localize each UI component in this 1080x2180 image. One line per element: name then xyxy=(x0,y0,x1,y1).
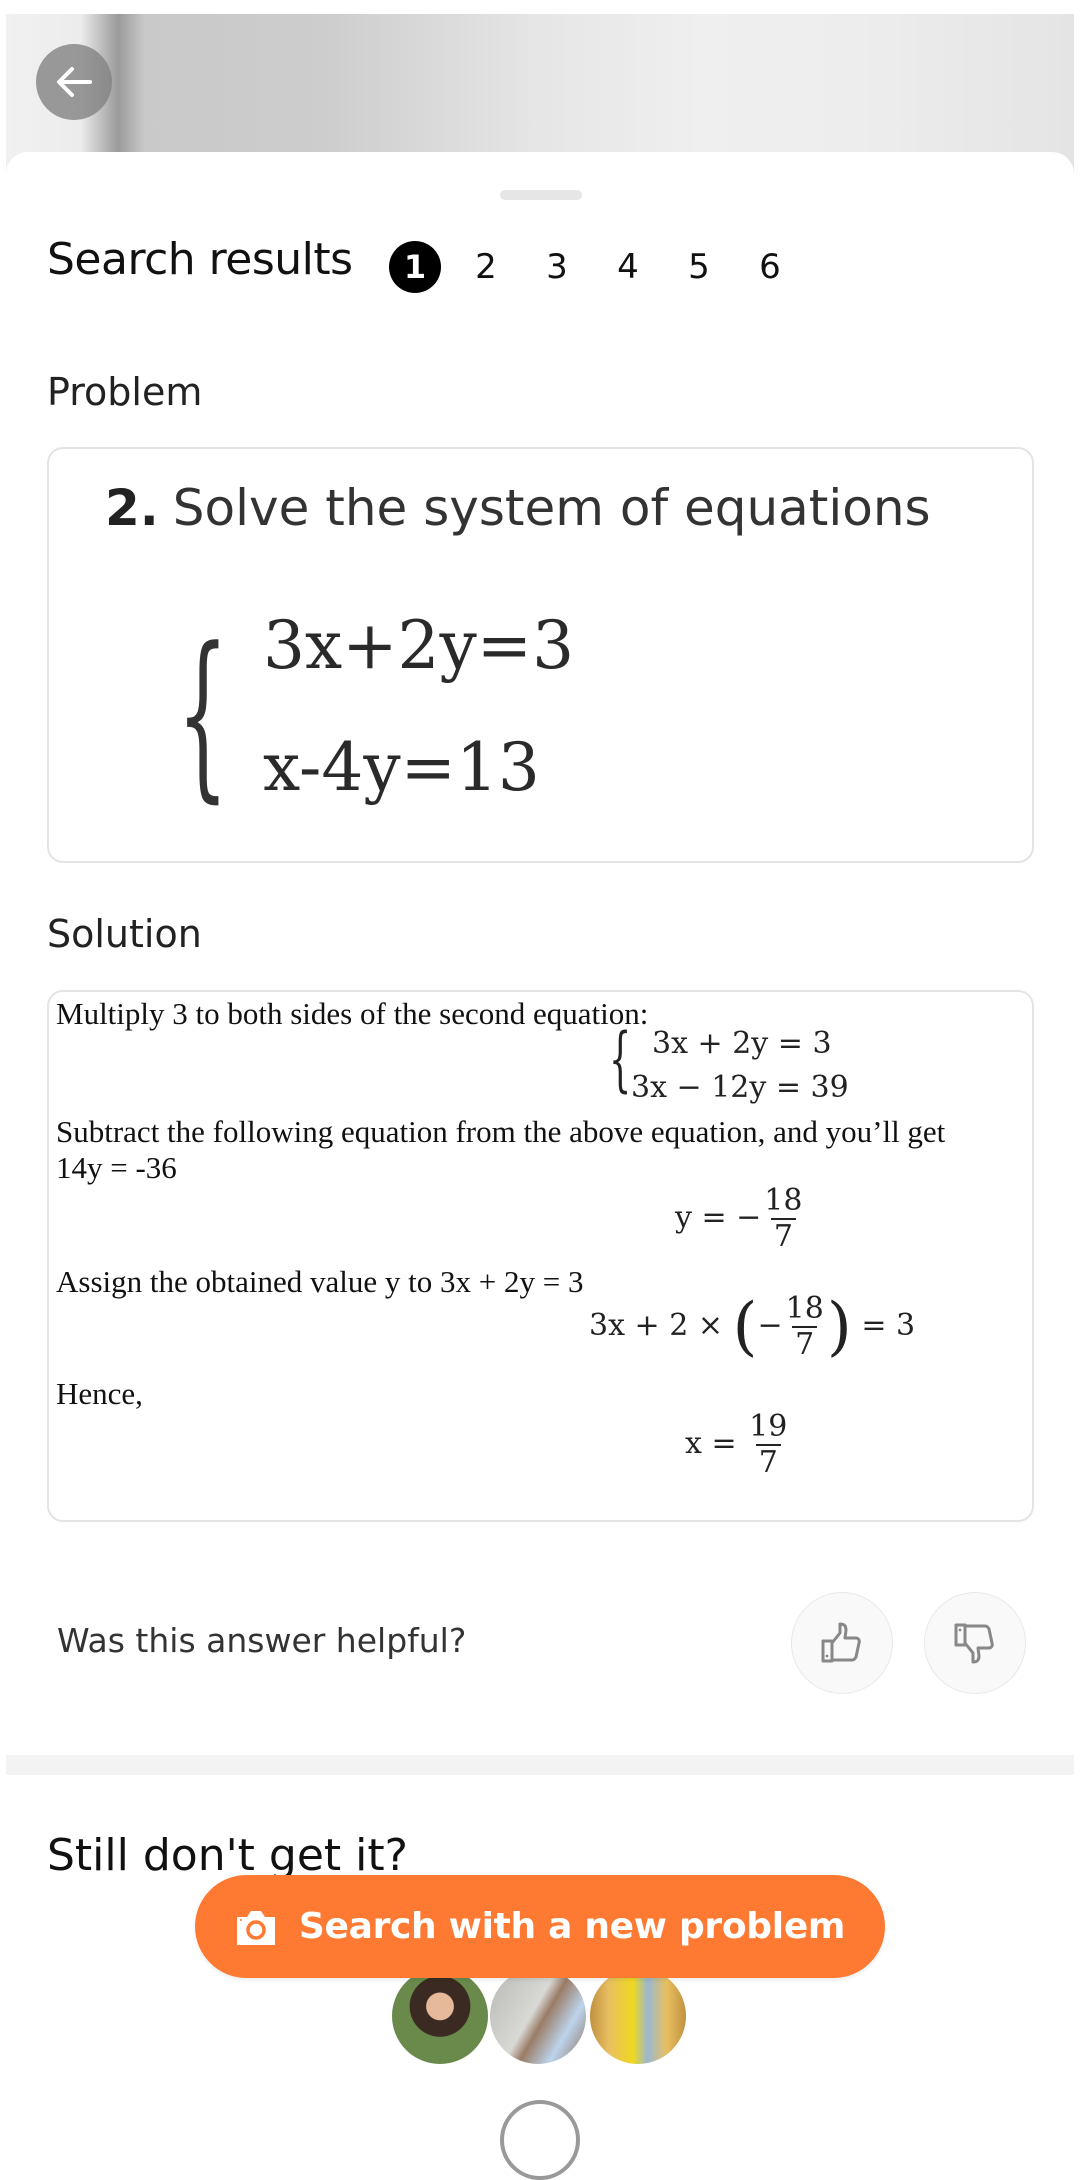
solution-step-2: Subtract the following equation from the… xyxy=(56,1114,946,1149)
solution-step-1: Multiply 3 to both sides of the second e… xyxy=(56,996,649,1031)
left-paren: ( xyxy=(732,1290,758,1364)
y-denominator: 7 xyxy=(770,1218,796,1254)
sheet-drag-handle[interactable] xyxy=(500,190,582,200)
substitution-rhs: = 3 xyxy=(851,1308,916,1343)
x-numerator: 19 xyxy=(749,1409,788,1444)
substitution-denominator: 7 xyxy=(792,1326,818,1362)
solution-x-value: x = 19 7 xyxy=(685,1410,790,1480)
substitution-numerator: 18 xyxy=(785,1291,824,1326)
x-lhs: x = xyxy=(685,1426,747,1461)
search-new-problem-label: Search with a new problem xyxy=(298,1906,846,1947)
arrow-left-icon xyxy=(57,67,92,97)
solution-step-2-result: 14y = -36 xyxy=(56,1150,177,1185)
solution-system-1: 3x + 2y = 3 xyxy=(652,1026,832,1061)
y-lhs: y = − xyxy=(675,1200,762,1235)
page-4[interactable]: 4 xyxy=(602,241,654,293)
page-1[interactable]: 1 xyxy=(389,241,441,293)
solution-y-value: y = −18 7 xyxy=(675,1184,805,1254)
solution-step-3: Assign the obtained value y to 3x + 2y =… xyxy=(56,1264,584,1299)
substitution-lhs: 3x + 2 × xyxy=(589,1308,733,1343)
solution-system-2: 3x − 12y = 39 xyxy=(631,1070,849,1105)
thumbs-up-button[interactable] xyxy=(791,1592,893,1694)
problem-statement: 2. Solve the system of equations xyxy=(105,479,931,537)
tutor-avatar-3 xyxy=(588,1966,688,2066)
page-3[interactable]: 3 xyxy=(531,241,583,293)
problem-number: 2. xyxy=(105,479,159,537)
y-numerator: 18 xyxy=(764,1183,803,1218)
page-5[interactable]: 5 xyxy=(673,241,725,293)
helpful-question: Was this answer helpful? xyxy=(57,1621,467,1660)
solution-substitution: 3x + 2 × (− 18 7) = 3 xyxy=(589,1292,915,1362)
still-dont-get-it-heading: Still don't get it? xyxy=(47,1830,408,1881)
y-fraction: 18 7 xyxy=(761,1184,805,1254)
x-fraction: 19 7 xyxy=(746,1410,790,1480)
problem-card: 2. Solve the system of equations { 3x+2y=… xyxy=(47,447,1034,863)
camera-icon xyxy=(236,1910,275,1945)
floating-action-icon[interactable] xyxy=(500,2100,580,2180)
problem-label: Problem xyxy=(47,370,203,414)
thumbs-down-icon xyxy=(954,1623,994,1664)
solution-label: Solution xyxy=(47,912,202,956)
problem-text: Solve the system of equations xyxy=(172,479,931,537)
result-pager: 1 2 3 4 5 6 xyxy=(389,241,815,293)
solution-brace: { xyxy=(609,1018,632,1100)
substitution-fraction: 18 7 xyxy=(783,1292,827,1362)
tutor-avatar-2 xyxy=(488,1966,588,2066)
tutor-avatar-1 xyxy=(390,1966,490,2066)
x-denominator: 7 xyxy=(755,1444,781,1480)
back-button[interactable] xyxy=(36,44,112,120)
solution-card: Multiply 3 to both sides of the second e… xyxy=(47,990,1034,1522)
section-divider xyxy=(6,1755,1074,1775)
page-2[interactable]: 2 xyxy=(460,241,512,293)
substitution-sign: − xyxy=(757,1308,783,1343)
problem-brace: { xyxy=(177,610,229,819)
search-new-problem-button[interactable]: Search with a new problem xyxy=(195,1875,885,1978)
problem-equation-2: x-4y=13 xyxy=(263,729,540,806)
thumbs-up-icon xyxy=(821,1622,861,1663)
page-6[interactable]: 6 xyxy=(744,241,796,293)
problem-equation-1: 3x+2y=3 xyxy=(263,607,575,684)
solution-step-4: Hence, xyxy=(56,1376,143,1411)
right-paren: ) xyxy=(826,1290,852,1364)
thumbs-down-button[interactable] xyxy=(924,1592,1026,1694)
header-image xyxy=(6,14,1074,174)
page-title: Search results xyxy=(47,234,353,285)
